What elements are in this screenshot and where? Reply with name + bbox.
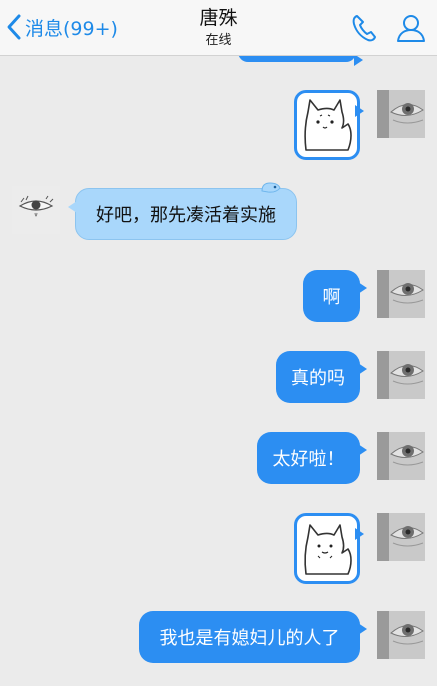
my-avatar[interactable] [377, 351, 425, 399]
my-avatar[interactable] [377, 90, 425, 138]
eye-avatar-icon [377, 351, 425, 399]
message-text: 太好啦！ [272, 449, 345, 470]
message-text: 我也是有媳妇儿的人了 [159, 628, 340, 649]
message-text: 啊 [322, 287, 341, 308]
back-label: 消息(99+) [25, 17, 118, 40]
outgoing-message[interactable]: 我也是有媳妇儿的人了 [139, 611, 367, 663]
sticker-bubble[interactable] [294, 513, 364, 584]
sticker-bubble[interactable] [294, 90, 364, 160]
eye-avatar-icon [377, 270, 425, 318]
my-avatar[interactable] [377, 513, 425, 561]
back-button[interactable]: 消息(99+) [6, 12, 118, 42]
incoming-message[interactable]: 好吧，那先凑活着实施 [68, 182, 297, 240]
message-bubble-cutoff [238, 56, 363, 66]
outgoing-message[interactable]: 太好啦！ [257, 432, 367, 484]
contact-name: 唐殊 [199, 7, 238, 29]
eye-avatar-icon [377, 611, 425, 659]
my-avatar[interactable] [377, 432, 425, 480]
my-avatar[interactable] [377, 270, 425, 318]
contact-avatar[interactable] [12, 186, 60, 234]
cat-sticker [304, 524, 352, 575]
message-text: 好吧，那先凑活着实施 [96, 205, 276, 226]
contact-title: 唐殊 在线 [130, 6, 307, 50]
eye-avatar-icon [377, 90, 425, 138]
phone-icon[interactable] [350, 13, 378, 43]
message-text: 真的吗 [291, 368, 345, 389]
eye-avatar-icon [377, 432, 425, 480]
outgoing-message[interactable]: 啊 [303, 270, 367, 322]
message-list[interactable]: 好吧，那先凑活着实施 啊 真的吗 太好啦！ 我也是有媳妇儿的人了 [0, 56, 437, 686]
online-status: 在线 [205, 33, 232, 48]
chevron-left-icon [7, 14, 21, 40]
eye-avatar-icon [377, 513, 425, 561]
chat-header: 消息(99+) 唐殊 在线 [0, 0, 437, 56]
my-avatar[interactable] [377, 611, 425, 659]
contact-icon[interactable] [396, 13, 426, 43]
eye-avatar-icon [12, 186, 60, 234]
cat-sticker [304, 99, 352, 151]
outgoing-message[interactable]: 真的吗 [276, 351, 367, 403]
bubble-ornament-icon [261, 182, 281, 193]
